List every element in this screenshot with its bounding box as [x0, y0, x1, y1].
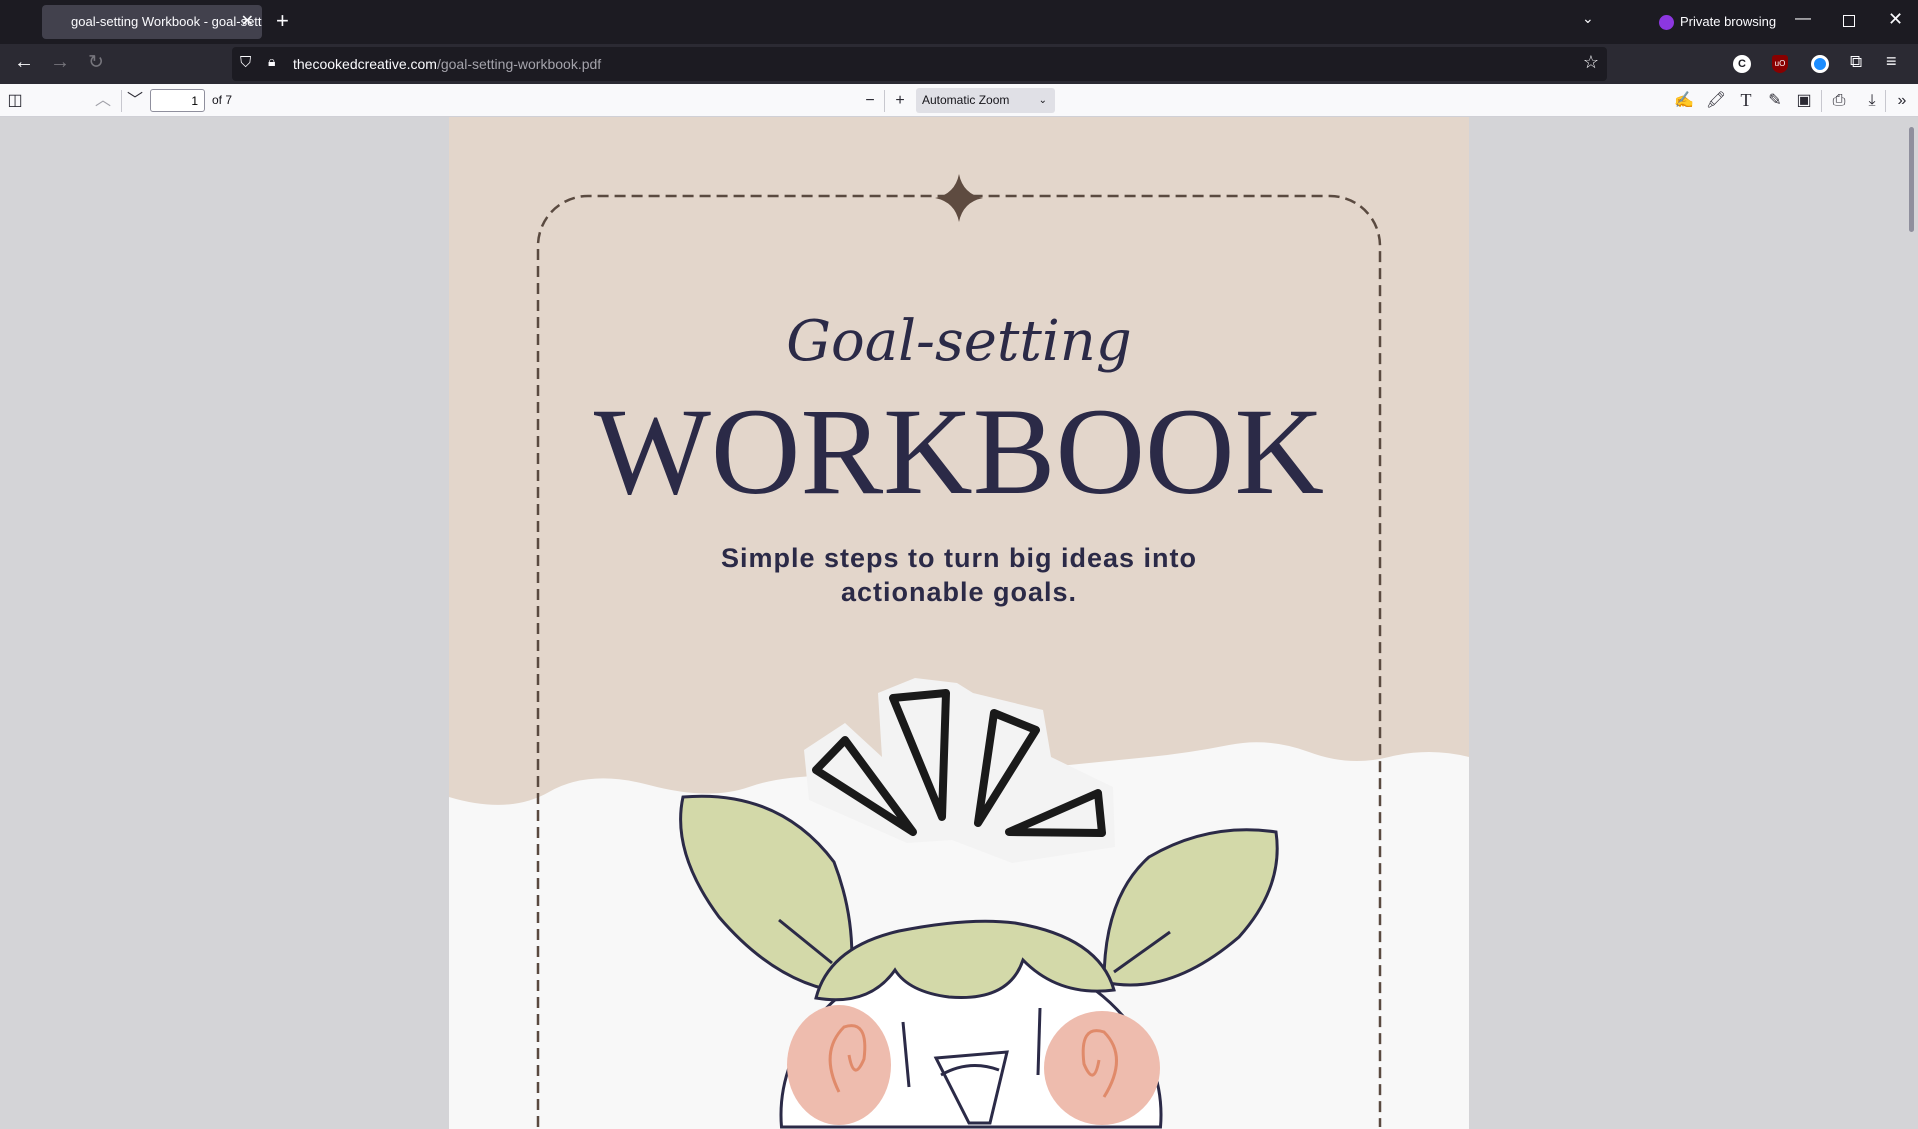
- list-tabs-chevron-icon[interactable]: ⌄: [1582, 10, 1594, 27]
- document-title: WORKBOOK: [593, 383, 1325, 520]
- private-browsing-label: Private browsing: [1680, 14, 1777, 29]
- left-cheek: [787, 1005, 891, 1125]
- maximize-button[interactable]: [1843, 15, 1855, 27]
- reload-button[interactable]: ↻: [88, 51, 104, 74]
- forward-button[interactable]: →: [50, 51, 70, 74]
- left-leaf: [679, 794, 854, 995]
- draw-icon[interactable]: ✎: [1764, 84, 1786, 117]
- extensions-puzzle-icon[interactable]: ⧉: [1850, 52, 1862, 72]
- minimize-button[interactable]: —: [1795, 10, 1811, 28]
- chevron-down-icon: ⌄: [1038, 95, 1047, 106]
- bookmark-star-icon[interactable]: ☆: [1583, 52, 1599, 73]
- private-browsing-icon: [1659, 15, 1674, 30]
- lock-icon[interactable]: 🔒︎: [268, 53, 275, 70]
- page-number-input[interactable]: [150, 89, 205, 112]
- tab-goal-setting-workbook[interactable]: goal-setting Workbook - goal-setting-wor…: [42, 5, 262, 39]
- ublock-origin-icon[interactable]: uO: [1772, 55, 1788, 73]
- new-tab-button[interactable]: +: [276, 8, 289, 34]
- pdf-toolbar: ◫ ︿ ﹀ of 7 − + Automatic Zoom⌄ ✍ 🖍︎ T ✎ …: [0, 84, 1918, 117]
- zoom-in-button[interactable]: +: [889, 84, 911, 117]
- next-page-button[interactable]: ﹀: [124, 84, 146, 117]
- script-title: Goal-setting: [786, 309, 1132, 374]
- back-button[interactable]: ←: [14, 51, 34, 74]
- address-bar[interactable]: ⛉ 🔒︎ thecookedcreative.com/goal-setting-…: [232, 47, 1607, 81]
- highlight-icon[interactable]: 🖍︎: [1705, 84, 1727, 117]
- tab-title: goal-setting Workbook - goal-setting-wor…: [71, 14, 262, 29]
- tracking-shield-icon[interactable]: ⛉: [240, 54, 251, 71]
- zoom-value: Automatic Zoom: [922, 93, 1010, 107]
- subtitle-line-2: actionable goals.: [840, 577, 1078, 607]
- right-cheek: [1044, 1011, 1160, 1125]
- subtitle-line-1: Simple steps to turn big ideas into: [720, 543, 1198, 573]
- zoom-out-button[interactable]: −: [859, 84, 881, 117]
- close-window-button[interactable]: ✕: [1888, 9, 1903, 30]
- add-text-icon[interactable]: T: [1735, 84, 1757, 117]
- print-icon[interactable]: ⎙: [1828, 84, 1850, 117]
- navigation-bar: ← → ↻ ⛉ 🔒︎ thecookedcreative.com/goal-se…: [0, 44, 1918, 84]
- more-tools-icon[interactable]: »: [1891, 84, 1913, 117]
- password-manager-icon[interactable]: [1811, 55, 1829, 73]
- sidebar-toggle-icon[interactable]: ◫: [4, 84, 26, 117]
- zoom-select[interactable]: Automatic Zoom ⌄: [916, 88, 1055, 113]
- url-path: /goal-setting-workbook.pdf: [436, 56, 602, 72]
- page-count: of 7: [212, 93, 233, 107]
- document-subtitle: Simple steps to turn big ideas into acti…: [449, 541, 1469, 609]
- url-host: thecookedcreative.com: [293, 56, 437, 72]
- tab-bar: goal-setting Workbook - goal-setting-wor…: [0, 0, 1918, 44]
- save-download-icon[interactable]: ⤓: [1861, 84, 1883, 117]
- signature-icon[interactable]: ✍: [1673, 84, 1695, 117]
- add-image-icon[interactable]: ▣: [1793, 84, 1815, 117]
- menu-icon[interactable]: ≡: [1886, 51, 1897, 72]
- extension-c-icon[interactable]: C: [1733, 55, 1751, 73]
- vertical-scrollbar[interactable]: [1909, 127, 1914, 232]
- previous-page-button[interactable]: ︿: [92, 84, 114, 117]
- hair: [814, 919, 1116, 1002]
- pdf-page-1: Goal-setting WORKBOOK Simple steps to tu…: [449, 117, 1469, 1129]
- page-artwork: [449, 117, 1469, 1129]
- close-tab-icon[interactable]: ✕: [241, 5, 254, 39]
